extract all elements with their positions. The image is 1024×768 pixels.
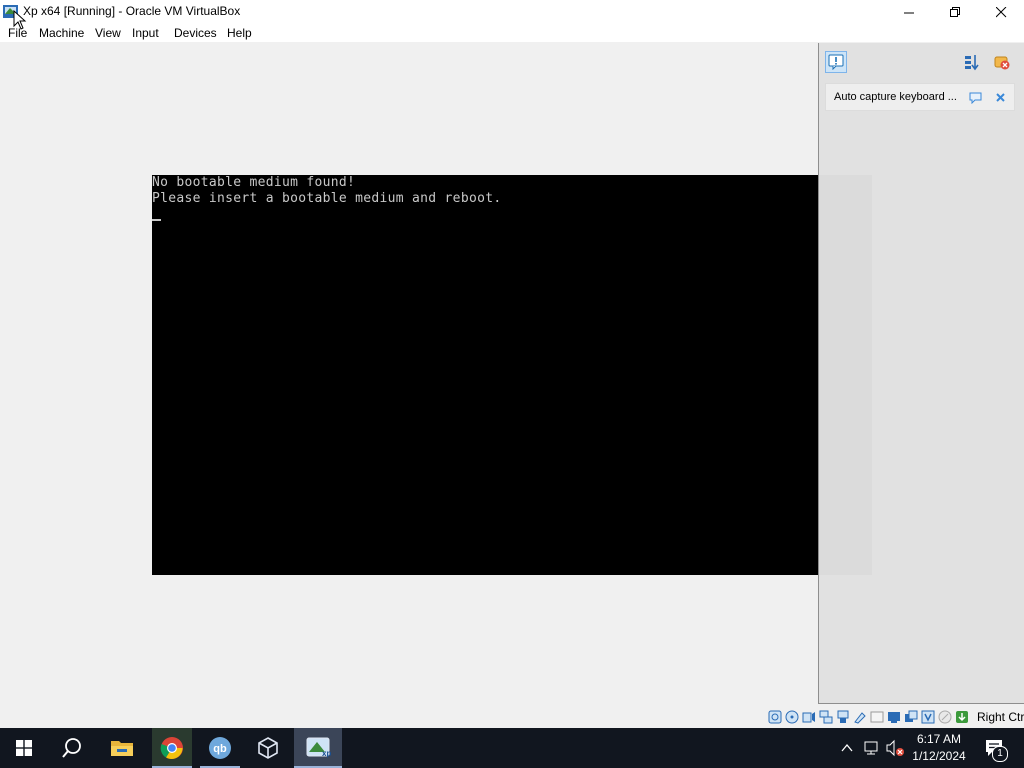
close-notification-icon[interactable] [994,91,1007,104]
notification-card: Auto capture keyboard ... [825,83,1015,111]
vm-console-screen[interactable]: No bootable medium found! Please insert … [152,175,818,575]
qbittorrent-icon: qb [209,737,231,759]
hard-disk-icon[interactable] [768,710,782,724]
virtualbox-vm-icon[interactable] [2,3,19,20]
console-cursor [152,219,161,221]
sort-icon [965,55,979,71]
optical-drive-icon[interactable] [785,710,799,724]
console-line: No bootable medium found! [152,175,356,190]
svg-text:xp: xp [322,749,331,758]
minimize-icon [903,12,914,13]
network-tray-button[interactable] [860,728,882,768]
start-button[interactable] [0,728,48,768]
taskbar: qb xp 6:17 AM 1/12/2024 1 [0,728,1024,768]
close-icon [995,6,1006,17]
menu-devices[interactable]: Devices [174,26,217,40]
shared-folders-icon[interactable] [853,710,867,724]
clear-notifications-button[interactable] [991,51,1013,73]
xp-vm-icon: xp [306,737,331,758]
host-key-label[interactable]: Right Ctrl [977,710,1024,724]
vm-status-bar: Right Ctrl [0,706,1024,728]
svg-text:qb: qb [213,743,227,755]
sort-notifications-button[interactable] [961,51,983,73]
notification-text: Auto capture keyboard ... [834,91,957,103]
network-icon[interactable] [819,710,833,724]
menu-view[interactable]: View [95,26,121,40]
chrome-button[interactable] [152,728,192,768]
usb-icon[interactable] [836,710,850,724]
window-title: Xp x64 [Running] - Oracle VM VirtualBox [23,4,241,18]
recording-icon[interactable] [904,710,918,724]
menu-machine[interactable]: Machine [39,26,84,40]
title-bar: Xp x64 [Running] - Oracle VM VirtualBox [0,0,1024,24]
console-line: Please insert a bootable medium and rebo… [152,191,502,206]
clock-time: 6:17 AM [916,732,962,746]
search-button[interactable] [48,728,96,768]
display-icon[interactable] [870,710,884,724]
show-hidden-icons-button[interactable] [838,728,856,768]
notification-center-button[interactable] [825,51,847,73]
status-indicator-group [768,710,969,724]
action-center-button[interactable]: 1 [980,728,1010,768]
menu-bar: File Machine View Input Devices Help [0,24,1024,42]
virtualbox-manager-button[interactable] [248,728,288,768]
help-icon[interactable] [969,91,982,104]
mouse-integration-icon[interactable] [938,710,952,724]
clock-date: 1/12/2024 [912,749,966,763]
restore-icon [949,6,960,17]
vm-window-button[interactable]: xp [294,728,342,768]
search-icon [62,738,81,758]
menu-help[interactable]: Help [227,26,252,40]
minimize-button[interactable] [886,0,932,24]
video-capture-icon[interactable] [887,710,901,724]
chrome-icon [160,737,183,759]
clear-all-icon [994,56,1010,70]
notification-center-panel: Auto capture keyboard ... [818,43,1024,704]
folder-icon [111,741,133,756]
audio-icon[interactable] [802,710,816,724]
clock[interactable]: 6:17 AM 1/12/2024 [908,731,970,765]
notification-icon [828,54,844,70]
volume-tray-button[interactable] [884,728,906,768]
restore-button[interactable] [932,0,978,24]
menu-file[interactable]: File [8,26,27,40]
keyboard-capture-icon[interactable] [955,710,969,724]
chevron-up-icon [841,743,853,752]
virtualization-icon[interactable] [921,710,935,724]
network-tray-icon [864,741,878,755]
virtualbox-icon [258,737,278,759]
windows-logo-icon [16,740,32,756]
file-explorer-button[interactable] [98,728,146,768]
volume-muted-icon [886,739,904,757]
qbittorrent-button[interactable]: qb [200,728,240,768]
menu-input[interactable]: Input [132,26,159,40]
close-button[interactable] [978,0,1024,24]
notification-count-badge: 1 [992,746,1008,762]
